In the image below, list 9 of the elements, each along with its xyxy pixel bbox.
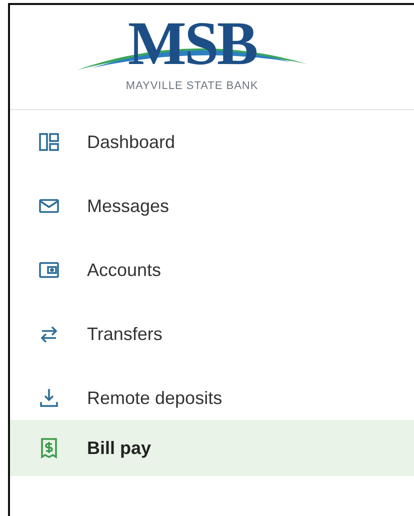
receipt-icon [38,437,60,459]
wallet-icon [38,259,60,281]
nav-item[interactable]: Bill pay [10,420,414,476]
nav-item[interactable]: Dashboard [10,110,414,174]
nav-item[interactable]: Messages [10,174,414,238]
nav-item[interactable]: Transfers [10,302,414,366]
nav-item[interactable]: Accounts [10,238,414,302]
dashboard-icon [38,131,60,153]
download-icon [38,387,60,409]
